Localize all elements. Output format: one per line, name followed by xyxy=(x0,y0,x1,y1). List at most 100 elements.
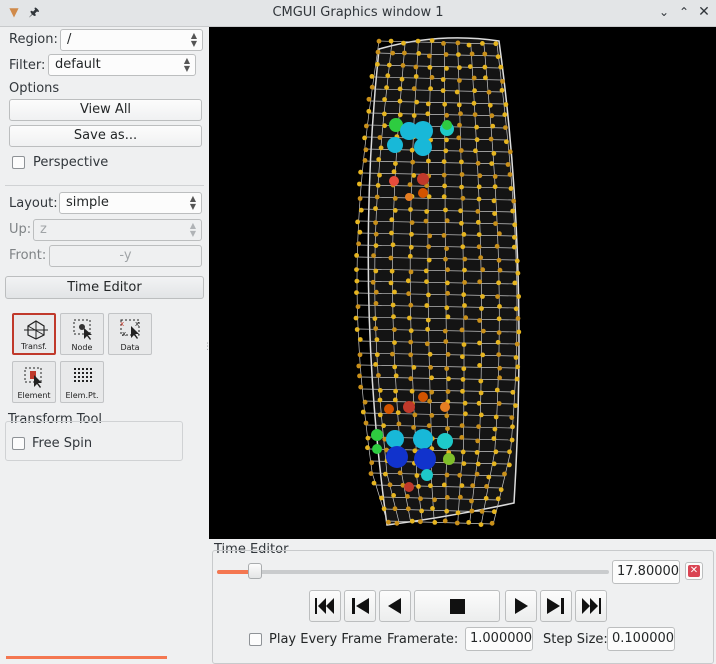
spin-arrows-icon: ▲ ▼ xyxy=(190,31,198,48)
mesh-node xyxy=(377,397,383,403)
mesh-node xyxy=(368,471,374,476)
mesh-node xyxy=(505,162,511,167)
mesh-node xyxy=(471,100,477,106)
play-every-frame-checkbox[interactable] xyxy=(249,633,262,646)
mesh-node xyxy=(428,86,433,92)
view-all-button[interactable]: View All xyxy=(9,99,202,121)
tool-element[interactable]: Element xyxy=(12,361,56,403)
save-as-button[interactable]: Save as... xyxy=(9,125,202,147)
mesh-node xyxy=(462,303,467,308)
mesh-node xyxy=(444,112,450,118)
tool-node[interactable]: Node xyxy=(60,313,104,355)
transform-icon xyxy=(24,320,48,340)
mesh-node xyxy=(480,41,485,46)
mesh-node xyxy=(515,316,521,321)
mesh-node xyxy=(373,268,379,274)
element-select-icon xyxy=(24,367,42,388)
mesh-node xyxy=(409,518,415,524)
mesh-node xyxy=(513,355,519,360)
region-chooser[interactable]: / ▲ ▼ xyxy=(60,29,203,51)
mesh-node xyxy=(392,327,397,332)
time-value-field[interactable]: 17.800000 xyxy=(612,560,680,584)
mesh-node xyxy=(456,52,461,57)
close-time-editor-button[interactable]: ✕ xyxy=(685,562,703,580)
mesh-node xyxy=(377,135,383,140)
play-backward-button[interactable] xyxy=(379,590,411,622)
time-slider-handle[interactable] xyxy=(247,563,262,579)
fast-forward-button[interactable] xyxy=(575,590,607,622)
mesh-node xyxy=(484,484,489,489)
stop-button[interactable] xyxy=(414,590,500,622)
mesh-node xyxy=(478,412,484,418)
mesh-node xyxy=(494,387,500,393)
mesh-node xyxy=(458,148,464,153)
free-spin-checkbox[interactable] xyxy=(12,437,25,450)
mesh-node xyxy=(476,232,482,238)
time-slider-track[interactable] xyxy=(217,563,609,579)
mesh-node xyxy=(370,279,376,285)
step-backward-button[interactable] xyxy=(344,590,376,622)
mesh-node xyxy=(473,148,478,154)
mesh-node xyxy=(411,86,417,92)
maximize-icon[interactable]: ⌃ xyxy=(676,4,692,20)
tool-data[interactable]: x x x Data xyxy=(108,313,152,355)
tool-label: Node xyxy=(71,343,93,352)
svg-text:x: x xyxy=(120,320,124,328)
highlight-node xyxy=(413,429,433,449)
play-forward-button[interactable] xyxy=(505,590,537,622)
mesh-node xyxy=(382,123,387,129)
mesh-node xyxy=(477,318,482,323)
graphics-viewport[interactable] xyxy=(209,27,716,539)
mesh-node xyxy=(457,122,462,128)
framerate-field[interactable]: 1.000000 xyxy=(465,627,533,651)
window-title: CMGUI Graphics window 1 xyxy=(272,5,444,20)
step-forward-icon xyxy=(547,598,564,614)
mesh-node xyxy=(355,304,361,310)
tool-element-point[interactable]: Elem.Pt. xyxy=(60,361,104,403)
mesh-node xyxy=(474,450,480,455)
mesh-node xyxy=(364,123,369,129)
highlight-node xyxy=(403,401,415,413)
mesh-node xyxy=(443,339,449,344)
mesh-node xyxy=(397,86,403,92)
minimize-icon[interactable]: ⌄ xyxy=(656,4,672,20)
mesh-node xyxy=(385,73,391,79)
tool-label: Elem.Pt. xyxy=(65,391,99,400)
highlight-node xyxy=(417,173,429,185)
mesh-node xyxy=(413,64,419,70)
close-icon[interactable]: ✕ xyxy=(696,4,712,20)
mesh-node xyxy=(467,64,473,69)
perspective-checkbox[interactable] xyxy=(12,156,25,169)
layout-value: simple xyxy=(66,195,109,210)
mesh-node xyxy=(441,482,447,488)
time-editor-button[interactable]: Time Editor xyxy=(5,276,204,299)
filter-select[interactable]: default ▲ ▼ xyxy=(48,54,196,76)
mesh-node xyxy=(408,302,414,308)
mesh-node xyxy=(463,411,468,417)
up-select[interactable]: z ▲ ▼ xyxy=(33,219,202,241)
step-size-field[interactable]: 0.100000 xyxy=(607,627,675,651)
mesh-node xyxy=(497,375,502,381)
spin-arrows-icon: ▲ ▼ xyxy=(189,221,197,238)
layout-select[interactable]: simple ▲ ▼ xyxy=(59,192,202,214)
mesh-node xyxy=(493,41,499,47)
framerate-label: Framerate: xyxy=(387,632,459,647)
mesh-node xyxy=(408,328,414,334)
fast-backward-button[interactable] xyxy=(309,590,341,622)
close-icon: ✕ xyxy=(688,565,700,577)
mesh-node xyxy=(457,472,463,478)
mesh-node xyxy=(444,246,449,252)
mesh-node xyxy=(460,388,465,394)
mesh-node xyxy=(483,495,489,501)
front-select[interactable]: -y xyxy=(49,245,202,267)
highlight-node xyxy=(404,482,414,492)
play-every-frame-label: Play Every Frame xyxy=(269,632,382,647)
mesh-node xyxy=(455,40,461,46)
step-forward-button[interactable] xyxy=(540,590,572,622)
mesh-node xyxy=(460,377,466,382)
tool-transform[interactable]: Transf. xyxy=(12,313,56,355)
mesh-node xyxy=(411,365,417,370)
mesh-node xyxy=(392,364,398,370)
mesh-node xyxy=(477,173,483,179)
mesh-node xyxy=(365,445,370,451)
